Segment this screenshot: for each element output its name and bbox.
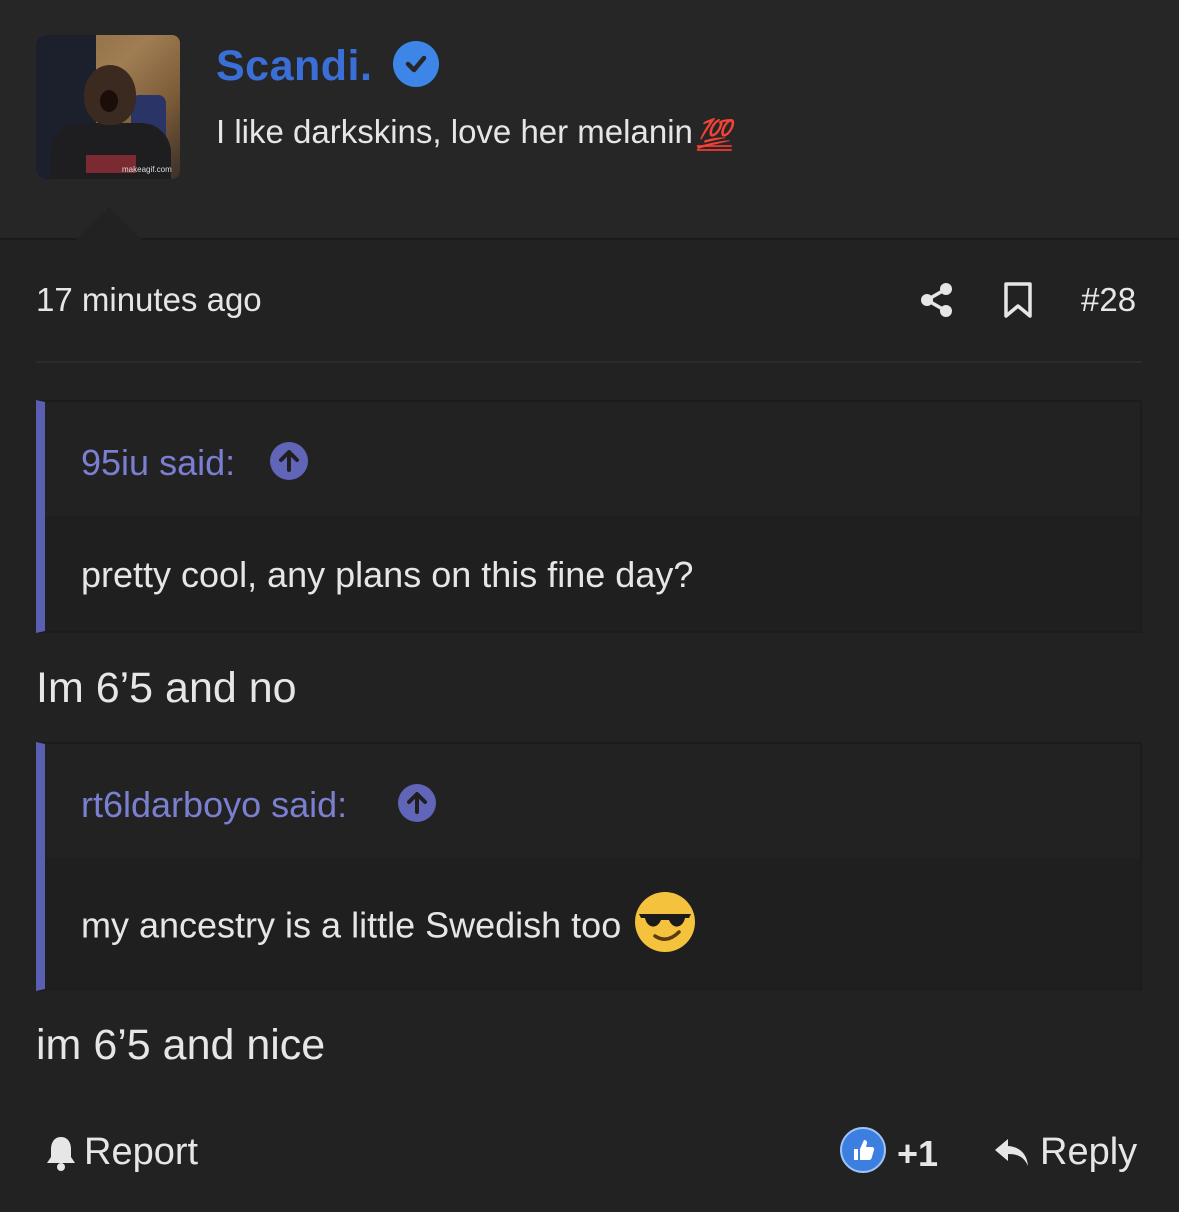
bell-icon <box>47 1136 75 1171</box>
signature-text: I like darkskins, love her melanin <box>216 113 693 150</box>
quote-body: pretty cool, any plans on this fine day? <box>45 516 1140 630</box>
share-icon[interactable] <box>918 281 956 319</box>
post-meta-divider <box>36 361 1142 363</box>
report-button[interactable]: Report <box>44 1131 198 1174</box>
avatar[interactable]: makeagif.com <box>36 35 180 179</box>
sunglasses-emoji-icon <box>633 890 697 954</box>
quote-header: rt6ldarboyo said: <box>45 744 1140 858</box>
user-signature: I like darkskins, love her melanin 💯 <box>216 113 732 151</box>
hundred-emoji-icon: 💯 <box>696 118 732 149</box>
avatar-watermark: makeagif.com <box>122 165 172 174</box>
report-label: Report <box>84 1131 199 1173</box>
quote-text-content: my ancestry is a little Swedish too <box>81 904 622 946</box>
bookmark-icon[interactable] <box>1002 281 1034 319</box>
reply-text: im 6’5 and nice <box>36 1021 326 1069</box>
quote-text: my ancestry is a little Swedish too <box>81 892 697 960</box>
reply-button[interactable]: Reply <box>992 1131 1137 1174</box>
reply-label: Reply <box>1040 1131 1138 1173</box>
username-link[interactable]: Scandi. <box>216 42 372 91</box>
verified-icon <box>393 41 439 87</box>
header-divider <box>0 238 1179 240</box>
quote-block: rt6ldarboyo said: my ancestry is a littl… <box>36 742 1142 991</box>
quote-author-link[interactable]: rt6ldarboyo said: <box>81 784 347 826</box>
header-pointer <box>76 207 142 240</box>
jump-to-quote-icon[interactable] <box>398 784 436 822</box>
quote-text: pretty cool, any plans on this fine day? <box>81 554 694 595</box>
quote-block: 95iu said: pretty cool, any plans on thi… <box>36 400 1142 633</box>
quote-header: 95iu said: <box>45 402 1140 516</box>
reply-icon <box>995 1138 1028 1166</box>
post-timestamp[interactable]: 17 minutes ago <box>36 281 262 319</box>
jump-to-quote-icon[interactable] <box>270 442 308 480</box>
thumbs-up-icon <box>854 1140 875 1160</box>
like-button[interactable] <box>840 1127 886 1173</box>
quote-author-link[interactable]: 95iu said: <box>81 442 235 484</box>
post-number-link[interactable]: #28 <box>1081 281 1136 319</box>
like-count: +1 <box>897 1133 939 1174</box>
quote-body: my ancestry is a little Swedish too <box>45 858 1140 991</box>
reply-text: Im 6’5 and no <box>36 664 297 712</box>
